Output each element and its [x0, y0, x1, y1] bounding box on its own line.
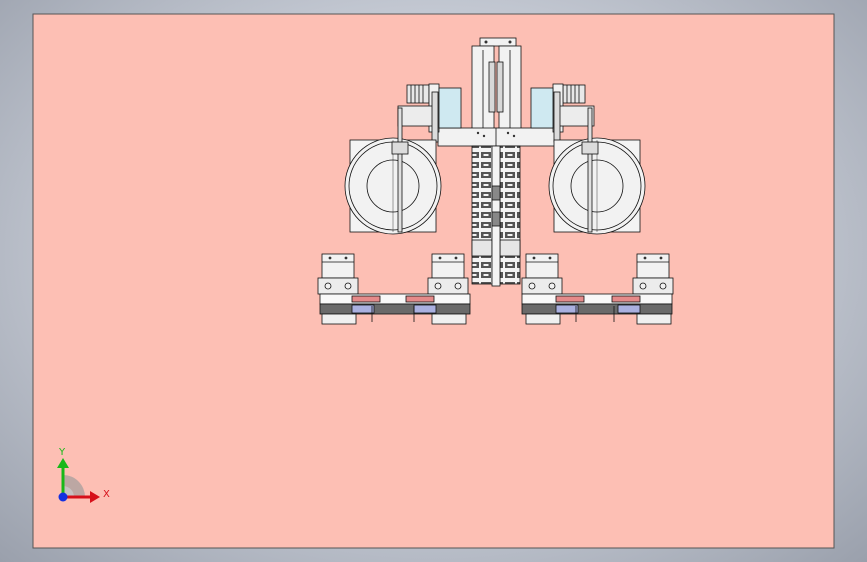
cable-chain-right [499, 145, 521, 285]
cross-beam [437, 127, 557, 147]
vertical-column-left [471, 45, 496, 131]
z-axis-dot [58, 492, 68, 502]
x-axis-label: X [103, 489, 110, 500]
cad-viewport[interactable]: Y X [0, 0, 867, 562]
y-axis-label: Y [58, 447, 66, 458]
cable-chain-left [471, 145, 493, 285]
vertical-column-right [496, 45, 522, 131]
top-mount-block [479, 37, 517, 47]
center-guide-rails [491, 145, 501, 287]
